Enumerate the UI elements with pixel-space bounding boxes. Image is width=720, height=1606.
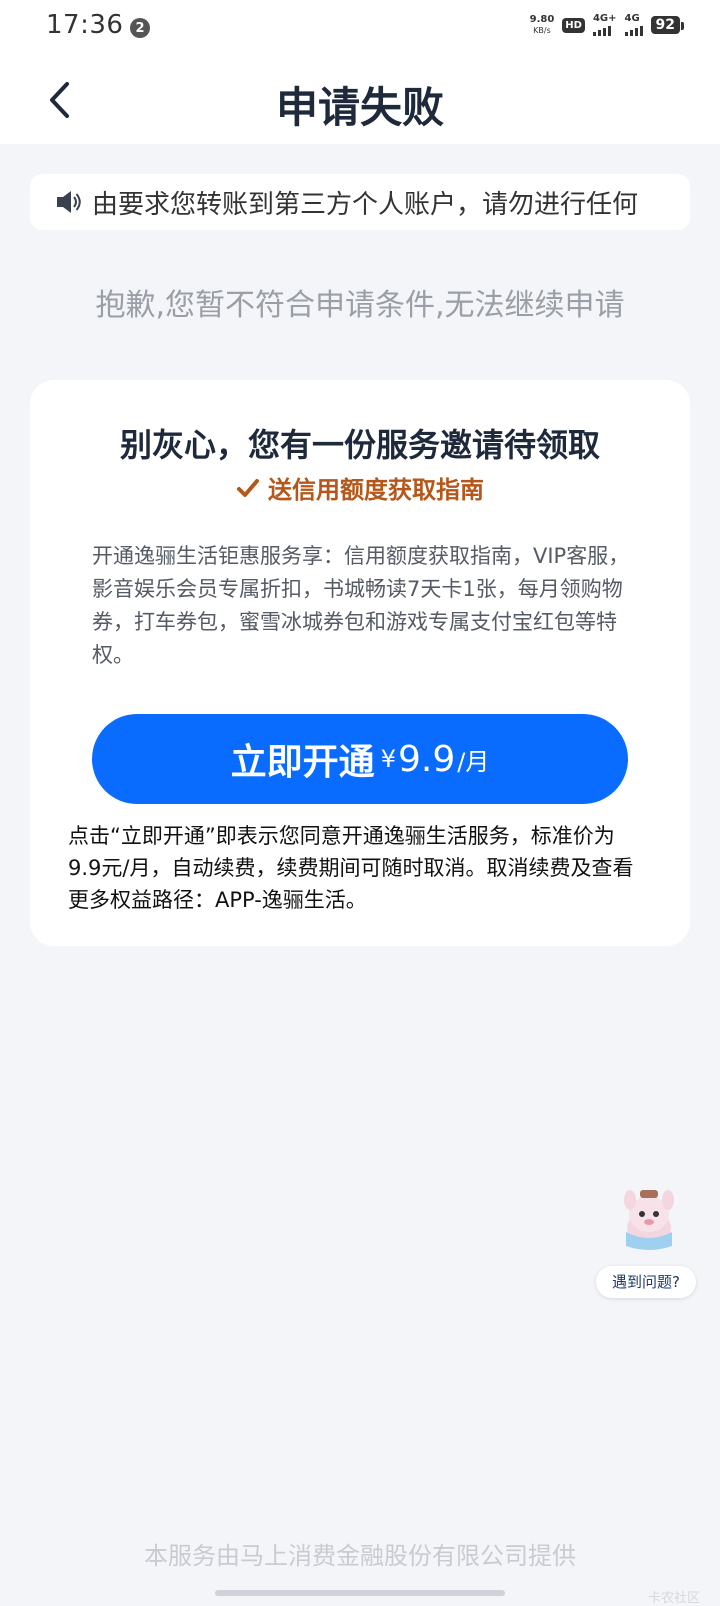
status-bar: 17:36 2 9.80 KB/s HD 4G+ 4G 92: [0, 0, 720, 56]
ineligible-message: 抱歉,您暂不符合申请条件,无法继续申请: [95, 288, 625, 323]
price-unit: /月: [457, 747, 490, 776]
home-indicator[interactable]: [215, 1590, 505, 1596]
offer-subtitle: 送信用额度获取指南: [30, 470, 690, 505]
activate-now-label: 立即开通: [230, 742, 375, 783]
speaker-icon: [57, 191, 81, 213]
price-value: 9.9: [397, 738, 456, 780]
notice-bar: 由要求您转账到第三方个人账户，请勿进行任何: [30, 174, 690, 230]
status-indicators: 9.80 KB/s HD 4G+ 4G 92: [530, 13, 685, 36]
signal-2-label: 4G: [624, 13, 640, 24]
provider-footer: 本服务由马上消费金融股份有限公司提供: [144, 1542, 576, 1570]
status-time: 17:36: [46, 10, 124, 40]
offer-title: 别灰心，您有一份服务邀请待领取: [119, 426, 600, 464]
mascot-icon: [624, 1190, 674, 1250]
nav-bar: 申请失败: [0, 56, 720, 144]
battery-icon: 92: [650, 16, 685, 34]
network-speed-value: 9.80: [529, 14, 555, 25]
network-speed-unit: KB/s: [533, 26, 551, 35]
offer-subtitle-text: 送信用额度获取指南: [268, 476, 484, 504]
signal-1-label: 4G+: [592, 13, 617, 24]
offer-description: 开通逸骊生活钜惠服务享：信用额度获取指南，VIP客服，影音娱乐会员专属折扣，书城…: [92, 544, 630, 667]
page-title: 申请失败: [275, 83, 444, 132]
activate-now-button[interactable]: 立即开通 ¥ 9.9 /月: [92, 714, 628, 804]
watermark: 卡农社区: [647, 1591, 700, 1606]
offer-card: 别灰心，您有一份服务邀请待领取 送信用额度获取指南 开通逸骊生活钜惠服务享：信用…: [30, 380, 690, 946]
agreement-text: 点击“立即开通”即表示您同意开通逸骊生活服务，标准价为9.9元/月，自动续费，续…: [68, 824, 634, 912]
help-widget[interactable]: 遇到问题?: [596, 1190, 700, 1300]
hd-icon: HD: [562, 17, 585, 33]
signal-2-icon: 4G: [624, 13, 643, 36]
notice-text: 由要求您转账到第三方个人账户，请勿进行任何: [92, 189, 639, 220]
help-label: 遇到问题?: [596, 1266, 696, 1298]
checkmark-icon: [237, 478, 259, 497]
notification-count-badge: 2: [130, 18, 150, 38]
signal-1-icon: 4G+: [592, 13, 617, 36]
network-speed: 9.80 KB/s: [530, 14, 555, 36]
price-currency: ¥: [380, 745, 396, 773]
